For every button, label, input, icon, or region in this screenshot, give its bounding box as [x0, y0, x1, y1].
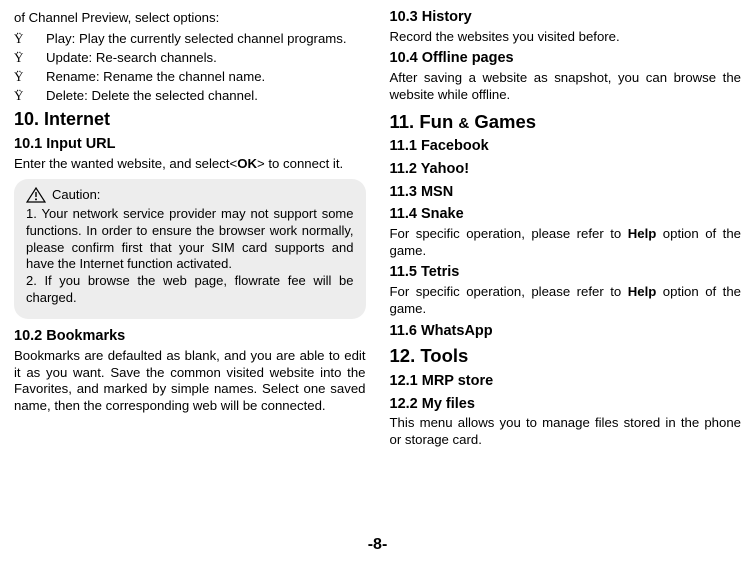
text: 11. Fun [390, 111, 459, 132]
text: Enter the wanted website, and select< [14, 156, 237, 171]
bullet-rename: Ÿ Rename: Rename the channel name. [14, 69, 366, 86]
bullet-play: Ÿ Play: Play the currently selected chan… [14, 31, 366, 48]
bullet-delete: Ÿ Delete: Delete the selected channel. [14, 88, 366, 105]
heading-10-1: 10.1 Input URL [14, 135, 366, 154]
caution-label: Caution: [52, 187, 100, 204]
heading-11-4: 11.4 Snake [390, 205, 742, 224]
right-column: 10.3 History Record the websites you vis… [390, 8, 742, 532]
help-label: Help [628, 284, 657, 299]
heading-12-tools: 12. Tools [390, 344, 742, 368]
paragraph-11-4: For specific operation, please refer to … [390, 226, 742, 260]
heading-12-2: 12.2 My files [390, 395, 742, 414]
page-number: -8- [14, 536, 741, 554]
paragraph-10-3: Record the websites you visited before. [390, 29, 742, 46]
paragraph-10-1: Enter the wanted website, and select<OK>… [14, 156, 366, 173]
heading-11-1: 11.1 Facebook [390, 137, 742, 156]
heading-11-5: 11.5 Tetris [390, 263, 742, 282]
document-page: of Channel Preview, select options: Ÿ Pl… [0, 0, 755, 574]
bullet-text: Rename: Rename the channel name. [46, 69, 366, 86]
bullet-mark: Ÿ [14, 50, 46, 67]
text: For specific operation, please refer to [390, 284, 628, 299]
heading-11-fun-games: 11. Fun & Games [390, 110, 742, 134]
ok-label: OK [237, 156, 257, 171]
two-column-layout: of Channel Preview, select options: Ÿ Pl… [14, 8, 741, 532]
caution-box: Caution: 1. Your network service provide… [14, 179, 366, 319]
bullet-text: Update: Re-search channels. [46, 50, 366, 67]
heading-12-1: 12.1 MRP store [390, 372, 742, 391]
bullet-text: Delete: Delete the selected channel. [46, 88, 366, 105]
caution-text-2: 2. If you browse the web page, flowrate … [26, 273, 354, 307]
heading-10-2: 10.2 Bookmarks [14, 327, 366, 346]
bullet-text: Play: Play the currently selected channe… [46, 31, 366, 48]
ampersand: & [458, 115, 469, 132]
paragraph-10-2: Bookmarks are defaulted as blank, and yo… [14, 348, 366, 416]
paragraph-12-2: This menu allows you to manage files sto… [390, 415, 742, 449]
left-column: of Channel Preview, select options: Ÿ Pl… [14, 8, 366, 532]
caution-header: Caution: [26, 187, 354, 204]
paragraph-11-5: For specific operation, please refer to … [390, 284, 742, 318]
intro-line: of Channel Preview, select options: [14, 10, 366, 27]
heading-10-internet: 10. Internet [14, 108, 366, 131]
bullet-update: Ÿ Update: Re-search channels. [14, 50, 366, 67]
text: For specific operation, please refer to [390, 226, 628, 241]
bullet-mark: Ÿ [14, 31, 46, 48]
warning-icon [26, 187, 46, 203]
paragraph-10-4: After saving a website as snapshot, you … [390, 70, 742, 104]
help-label: Help [628, 226, 657, 241]
caution-text-1: 1. Your network service provider may not… [26, 206, 354, 274]
bullet-mark: Ÿ [14, 69, 46, 86]
heading-10-3: 10.3 History [390, 8, 742, 27]
heading-11-6: 11.6 WhatsApp [390, 322, 742, 341]
text: Games [469, 111, 536, 132]
heading-11-2: 11.2 Yahoo! [390, 160, 742, 179]
heading-10-4: 10.4 Offline pages [390, 49, 742, 68]
text: > to connect it. [257, 156, 343, 171]
heading-11-3: 11.3 MSN [390, 183, 742, 202]
bullet-mark: Ÿ [14, 88, 46, 105]
